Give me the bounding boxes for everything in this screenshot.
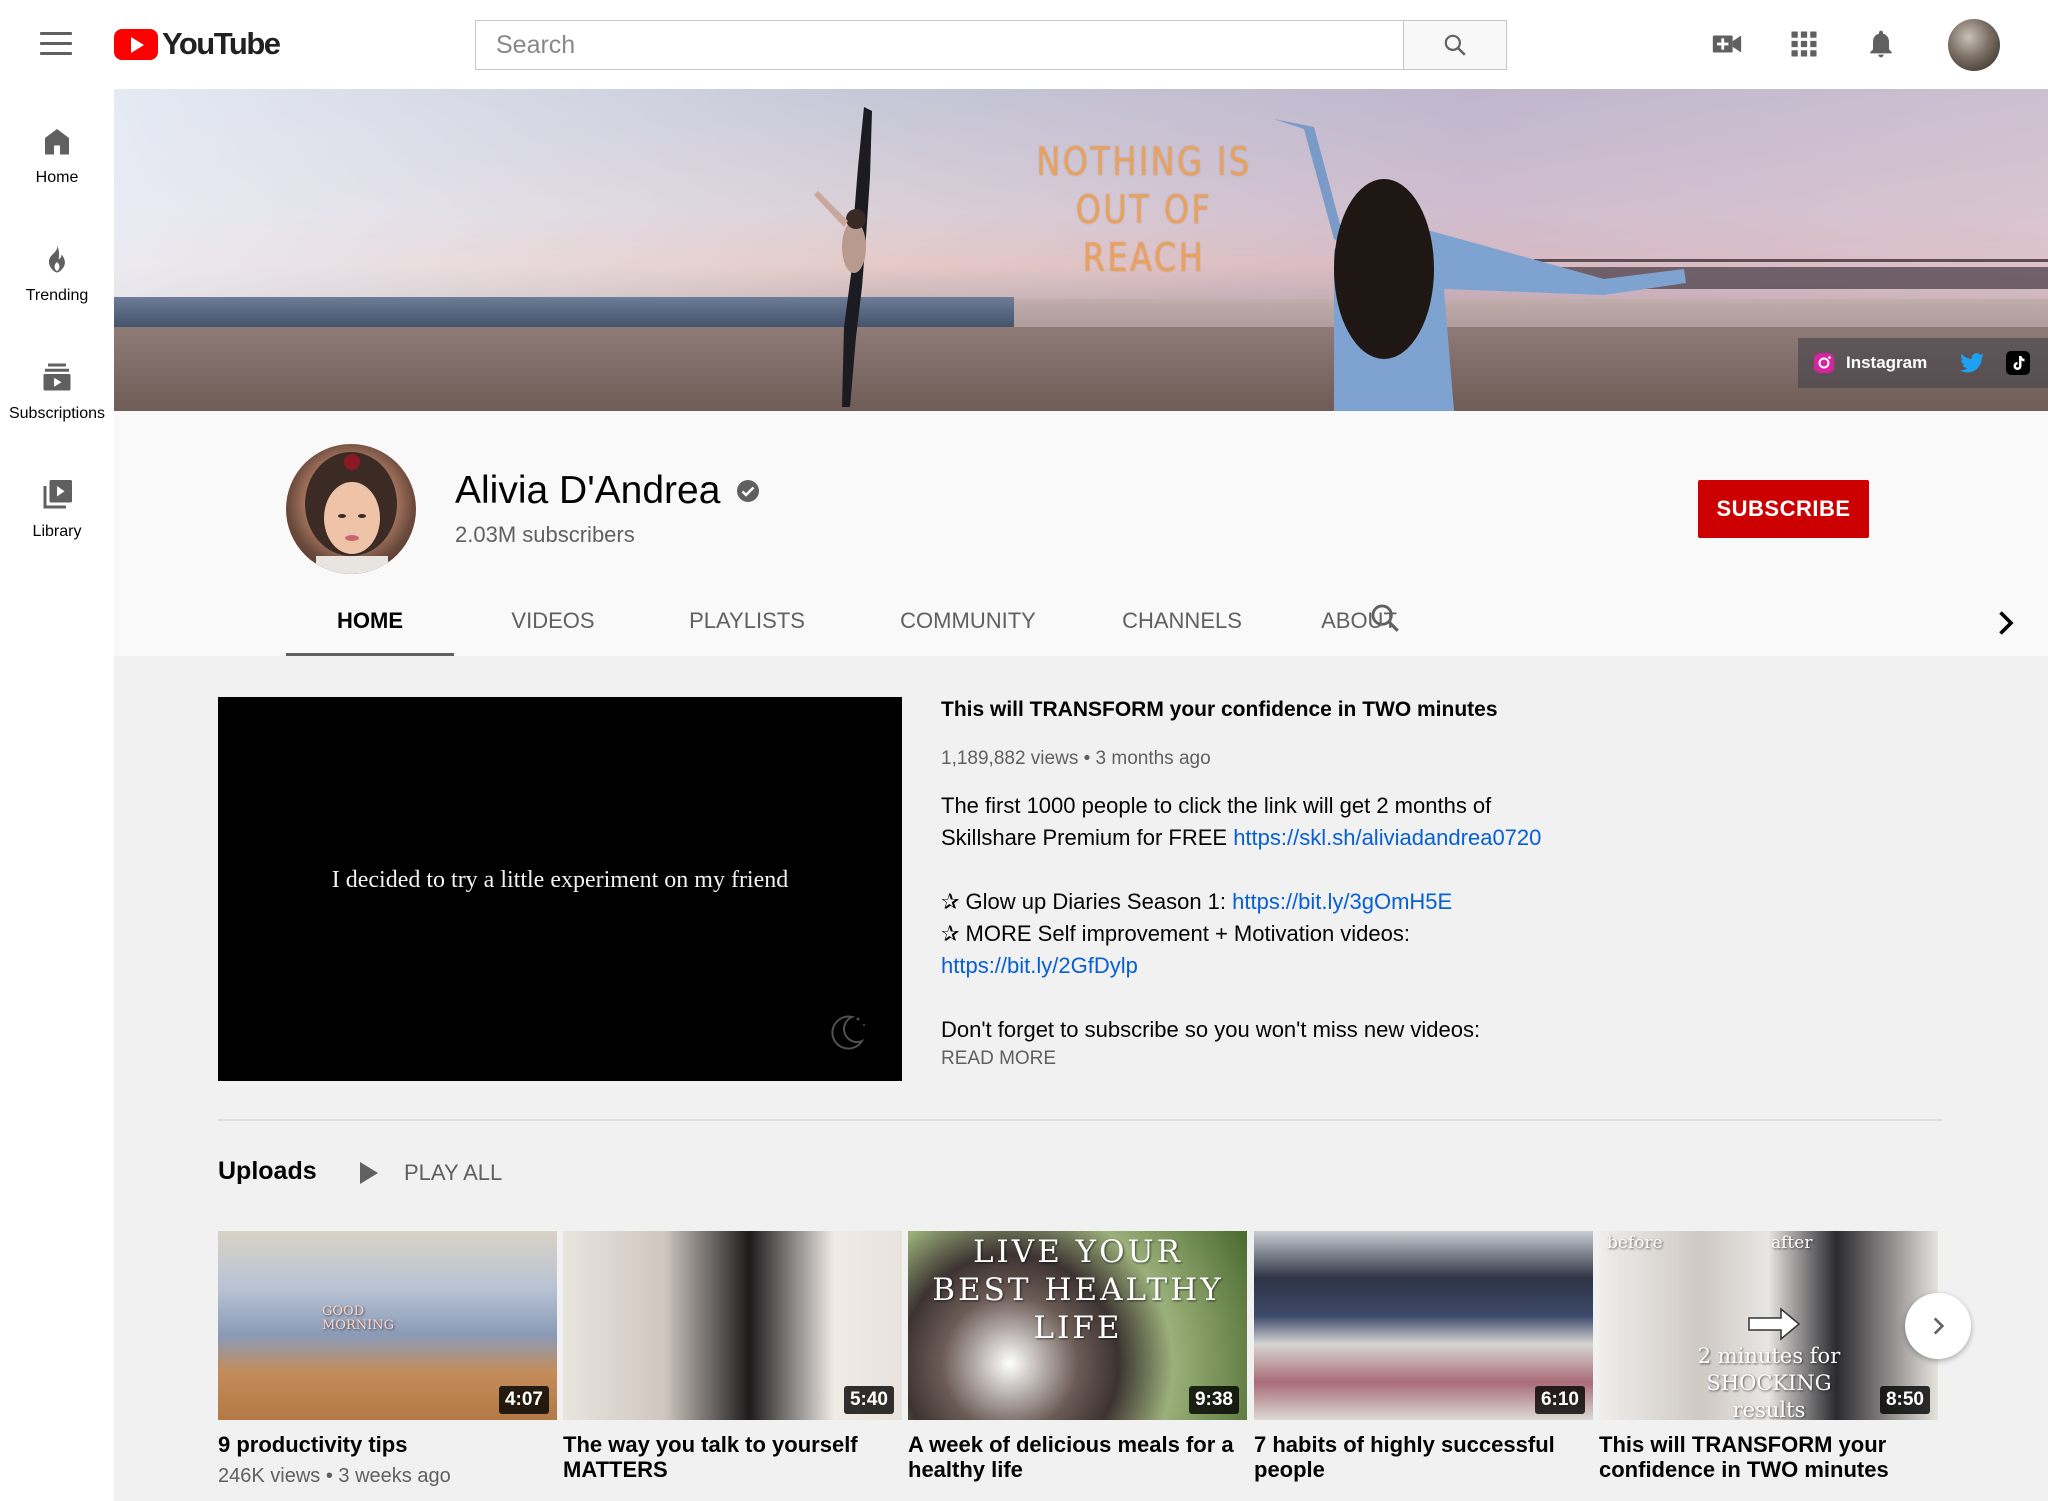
search-bar — [475, 20, 1507, 70]
notifications-bell-icon[interactable] — [1863, 26, 1899, 62]
video-duration: 6:10 — [1534, 1386, 1585, 1414]
sidebar-item-label: Subscriptions — [8, 405, 106, 422]
sidebar-item-library[interactable]: Library — [0, 477, 114, 577]
featured-video-title[interactable]: This will TRANSFORM your confidence in T… — [941, 697, 1601, 723]
play-all-button[interactable]: PLAY ALL — [360, 1160, 502, 1186]
featured-video-info: This will TRANSFORM your confidence in T… — [941, 697, 1601, 1048]
subscriptions-icon — [43, 363, 71, 391]
skillshare-link[interactable]: https://skl.sh/aliviadandrea0720 — [1233, 825, 1541, 850]
tab-videos[interactable]: VIDEOS — [488, 586, 618, 656]
banner-dancer-figure — [814, 107, 872, 407]
search-button[interactable] — [1403, 20, 1507, 70]
video-thumbnail[interactable]: before after 2 minutes for SHOCKING resu… — [1599, 1231, 1938, 1420]
sidebar-item-label: Library — [32, 523, 82, 540]
video-title[interactable]: 7 habits of highly successful people — [1254, 1432, 1593, 1482]
create-video-icon[interactable] — [1709, 26, 1745, 62]
apps-grid-icon[interactable] — [1786, 26, 1822, 62]
video-card[interactable]: 6:10 7 habits of highly successful peopl… — [1254, 1231, 1593, 1482]
video-thumbnail[interactable]: 5:40 — [563, 1231, 902, 1420]
carousel-next-button[interactable] — [1905, 1293, 1971, 1359]
video-thumbnail[interactable]: LIVE YOUR BEST HEALTHY LIFE 9:38 — [908, 1231, 1247, 1420]
channel-search-icon[interactable] — [1368, 601, 1402, 635]
self-improvement-link[interactable]: https://bit.ly/2GfDylp — [941, 953, 1138, 978]
banner-woman-figure — [1274, 119, 1686, 411]
subscribe-button[interactable]: SUBSCRIBE — [1698, 480, 1869, 538]
user-avatar[interactable] — [1948, 19, 2000, 71]
banner-beach — [114, 327, 2048, 411]
youtube-play-logo-icon — [114, 28, 158, 60]
video-thumbnail[interactable]: 6:10 — [1254, 1231, 1593, 1420]
video-duration: 9:38 — [1188, 1386, 1239, 1414]
glow-up-playlist-link[interactable]: https://bit.ly/3gOmH5E — [1232, 889, 1452, 914]
logo-text: YouTube — [162, 26, 281, 61]
video-title[interactable]: 9 productivity tips — [218, 1432, 557, 1457]
player-caption: I decided to try a little experiment on … — [331, 867, 789, 893]
video-duration: 4:07 — [498, 1386, 549, 1414]
channel-watermark-icon — [831, 1015, 865, 1050]
search-icon — [1444, 34, 1466, 56]
twitter-icon[interactable] — [1959, 350, 1985, 376]
sidebar-item-trending[interactable]: Trending — [0, 241, 114, 341]
tab-community[interactable]: COMMUNITY — [888, 586, 1048, 656]
video-card[interactable]: before after 2 minutes for SHOCKING resu… — [1599, 1231, 1938, 1482]
tiktok-icon[interactable] — [2005, 350, 2031, 376]
sidebar-item-home[interactable]: Home — [0, 123, 114, 223]
banner-headline: NOTHING IS OUT OF REACH — [1036, 140, 1252, 281]
hamburger-menu-icon[interactable] — [40, 32, 72, 56]
fire-icon — [48, 244, 65, 273]
featured-video-description: The first 1000 people to click the link … — [941, 793, 1542, 1042]
tab-playlists[interactable]: PLAYLISTS — [682, 586, 812, 656]
top-bar: YouTube — [0, 0, 2048, 89]
tab-channels[interactable]: CHANNELS — [1112, 586, 1252, 656]
video-card[interactable]: GOOD MORNING 4:07 9 productivity tips 24… — [218, 1231, 557, 1488]
video-meta: 246K views • 3 weeks ago — [218, 1465, 451, 1487]
video-title[interactable]: This will TRANSFORM your confidence in T… — [1599, 1432, 1938, 1482]
home-icon — [45, 129, 69, 155]
instagram-link[interactable]: Instagram — [1812, 351, 1927, 375]
tabs-next-chevron-icon[interactable] — [1987, 605, 2023, 641]
sidebar-item-subscriptions[interactable]: Subscriptions — [0, 359, 114, 459]
video-thumbnail[interactable]: GOOD MORNING 4:07 — [218, 1231, 557, 1420]
play-icon — [360, 1162, 378, 1184]
video-card[interactable]: LIVE YOUR BEST HEALTHY LIFE 9:38 A week … — [908, 1231, 1247, 1482]
video-title[interactable]: A week of delicious meals for a healthy … — [908, 1432, 1247, 1482]
instagram-icon — [1814, 353, 1834, 373]
channel-name: Alivia D'Andrea — [455, 469, 760, 513]
chevron-right-icon — [1933, 1317, 1945, 1335]
sidebar: Home Trending Subscriptions Library — [0, 89, 114, 1501]
video-card[interactable]: 5:40 The way you talk to yourself MATTER… — [563, 1231, 902, 1482]
video-duration: 5:40 — [843, 1386, 894, 1414]
sidebar-item-label: Trending — [25, 287, 89, 304]
featured-video-meta: 1,189,882 views • 3 months ago — [941, 748, 1211, 769]
video-duration: 8:50 — [1879, 1386, 1930, 1414]
channel-header: Alivia D'Andrea 2.03M subscribers SUBSCR… — [114, 411, 2048, 656]
section-divider — [218, 1119, 1942, 1121]
video-title[interactable]: The way you talk to yourself MATTERS — [563, 1432, 902, 1482]
tab-home[interactable]: HOME — [286, 586, 454, 656]
youtube-logo[interactable]: YouTube — [114, 26, 281, 62]
channel-avatar[interactable] — [286, 444, 416, 574]
search-input[interactable] — [475, 20, 1403, 70]
subscriber-count: 2.03M subscribers — [455, 522, 635, 547]
featured-video-player[interactable]: I decided to try a little experiment on … — [218, 697, 902, 1081]
verified-badge-icon — [737, 480, 760, 502]
channel-banner: NOTHING IS OUT OF REACH Instagram — [114, 89, 2048, 411]
library-icon — [43, 480, 72, 509]
banner-social-links: Instagram — [1798, 338, 2048, 388]
arrow-right-icon — [1748, 1307, 1801, 1341]
sidebar-item-label: Home — [35, 169, 79, 186]
uploads-section-title[interactable]: Uploads — [218, 1157, 317, 1186]
read-more-button[interactable]: READ MORE — [941, 1048, 1067, 1070]
